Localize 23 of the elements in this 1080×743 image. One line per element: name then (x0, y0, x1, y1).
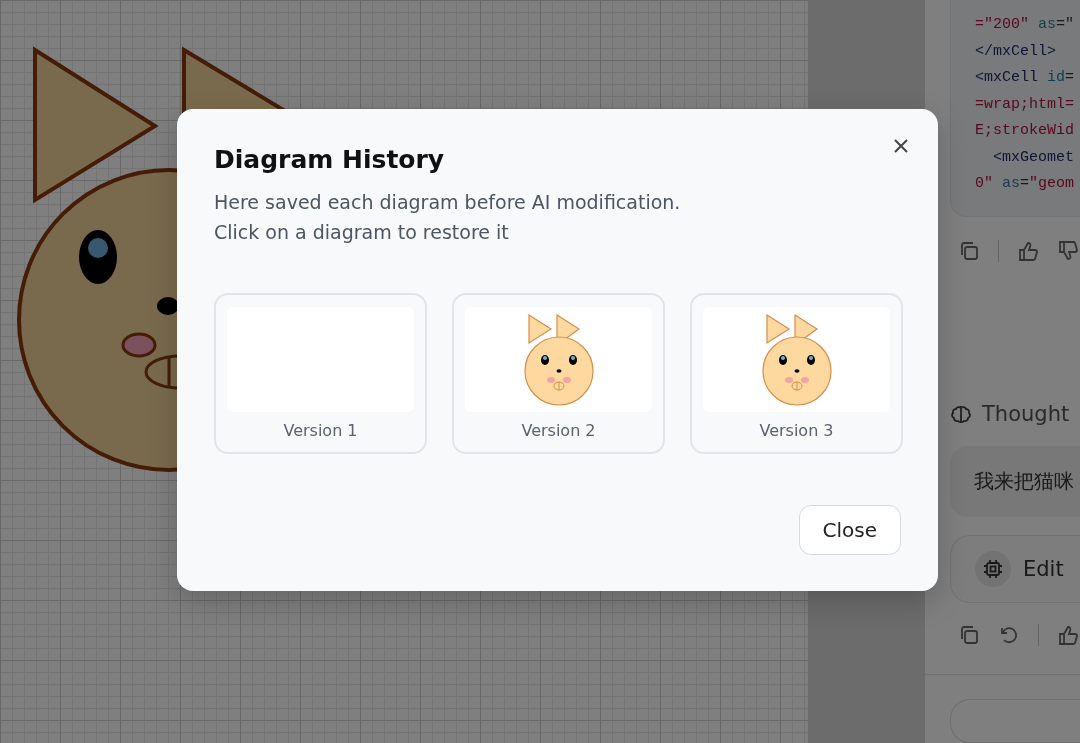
copy-icon[interactable] (958, 624, 980, 647)
code-line: <mxCell id= (975, 68, 1075, 88)
code-line: </mxCell> (975, 41, 1056, 62)
chip-icon (975, 550, 1011, 587)
message-bubble: 我来把猫咪 (950, 445, 1080, 517)
thumbs-up-icon[interactable] (1017, 240, 1039, 263)
version-card[interactable]: Version 1 (214, 293, 427, 454)
code-line: ="200" as=" (975, 15, 1075, 35)
thought-label[interactable]: Thought (982, 401, 1070, 426)
dialog-description: Click on a diagram to restore it (214, 220, 509, 245)
version-card[interactable]: Version 2 (452, 293, 665, 454)
close-button[interactable]: Close (798, 505, 901, 555)
dialog-title: Diagram History (214, 144, 446, 176)
tool-label: Edit (1023, 556, 1064, 581)
version-card[interactable]: Version 3 (690, 293, 903, 454)
copy-icon[interactable] (958, 240, 980, 263)
thumbs-up-icon[interactable] (1057, 624, 1079, 647)
code-line: E;strokeWid (975, 121, 1075, 141)
code-line: =wrap;html= (975, 94, 1075, 115)
code-line: <mxGeomet (992, 147, 1075, 168)
thumbs-down-icon[interactable] (1057, 240, 1079, 263)
dialog-description: Here saved each diagram before AI modification. (214, 190, 681, 215)
code-line: 0" as="geom (975, 174, 1075, 194)
